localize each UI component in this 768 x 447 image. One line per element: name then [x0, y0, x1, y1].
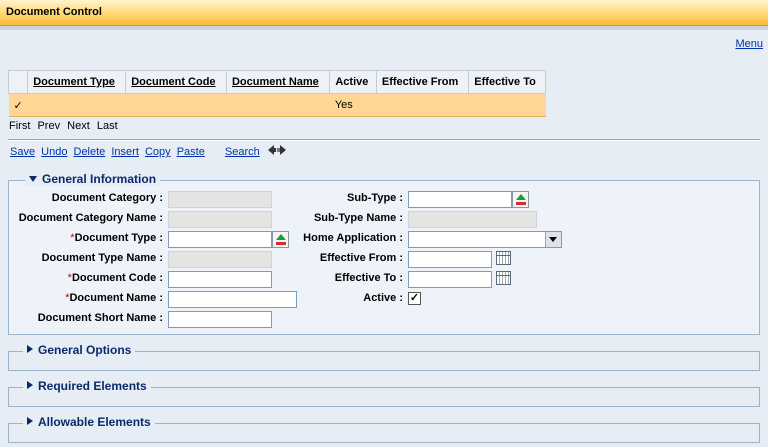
column-header-effective-to: Effective To: [468, 70, 546, 94]
collapse-triangle-icon: [29, 176, 37, 182]
document-category-field: [168, 191, 272, 208]
cell-document-type[interactable]: [27, 93, 126, 117]
column-header-document-name[interactable]: Document Name: [225, 70, 331, 94]
document-name-label: *Document Name :: [65, 292, 163, 304]
document-short-name-label: Document Short Name :: [37, 312, 163, 324]
home-application-select[interactable]: [408, 231, 562, 248]
pager-prev[interactable]: Prev: [37, 120, 60, 132]
document-name-field[interactable]: [168, 291, 297, 308]
effective-to-field[interactable]: [408, 271, 492, 288]
action-toolbar: Save Undo Delete Insert Copy Paste Searc…: [10, 146, 263, 158]
table-row[interactable]: ✓ Yes: [8, 93, 546, 117]
general-information-legend: General Information: [42, 172, 157, 186]
cell-document-name[interactable]: [226, 93, 330, 117]
required-elements-legend: Required Elements: [38, 379, 147, 393]
general-information-panel: General Information Document Category : …: [8, 172, 760, 335]
home-application-label: Home Application :: [303, 232, 403, 244]
paste-link[interactable]: Paste: [177, 146, 205, 158]
allowable-elements-toggle[interactable]: Allowable Elements: [23, 415, 155, 429]
allowable-elements-panel: Allowable Elements: [8, 415, 760, 443]
document-category-name-label: Document Category Name :: [18, 212, 163, 224]
insert-link[interactable]: Insert: [111, 146, 139, 158]
expand-triangle-icon: [27, 345, 33, 353]
general-options-toggle[interactable]: General Options: [23, 343, 136, 357]
pager-last[interactable]: Last: [97, 120, 118, 132]
document-grid: Document Type Document Code Document Nam…: [7, 70, 546, 117]
document-code-label: *Document Code :: [67, 272, 163, 284]
allowable-elements-legend: Allowable Elements: [38, 415, 151, 429]
chevron-down-icon[interactable]: [545, 232, 561, 247]
cell-effective-from[interactable]: [376, 93, 469, 117]
undo-link[interactable]: Undo: [41, 146, 67, 158]
column-header-document-code[interactable]: Document Code: [125, 70, 227, 94]
row-selected-check-icon: ✓: [8, 93, 28, 117]
save-link[interactable]: Save: [10, 146, 35, 158]
column-header-effective-from: Effective From: [375, 70, 470, 94]
document-category-label: Document Category :: [51, 192, 163, 204]
expand-triangle-icon: [27, 417, 33, 425]
expand-triangle-icon: [27, 381, 33, 389]
delete-link[interactable]: Delete: [74, 146, 106, 158]
calendar-icon[interactable]: [496, 271, 511, 285]
grid-header-row: Document Type Document Code Document Nam…: [7, 70, 546, 94]
document-code-field[interactable]: [168, 271, 272, 288]
sub-type-name-label: Sub-Type Name :: [313, 212, 403, 224]
pager-next[interactable]: Next: [67, 120, 90, 132]
active-checkbox[interactable]: ✓: [408, 292, 421, 305]
effective-to-label: Effective To :: [334, 272, 403, 284]
window-title: Document Control: [6, 6, 102, 18]
document-type-label: *Document Type :: [70, 232, 163, 244]
document-type-lookup-icon[interactable]: [272, 231, 289, 248]
calendar-icon[interactable]: [496, 251, 511, 265]
title-bar: Document Control: [0, 0, 768, 26]
general-options-panel: General Options: [8, 343, 760, 371]
cell-active[interactable]: Yes: [329, 93, 377, 117]
search-link[interactable]: Search: [225, 146, 260, 158]
active-label: Active :: [363, 292, 403, 304]
document-short-name-field[interactable]: [168, 311, 272, 328]
column-header-active: Active: [329, 70, 377, 94]
general-information-toggle[interactable]: General Information: [25, 172, 161, 186]
copy-link[interactable]: Copy: [145, 146, 171, 158]
nav-arrows-icon[interactable]: [268, 145, 288, 157]
divider: [8, 139, 760, 141]
pager-first[interactable]: First: [9, 120, 30, 132]
column-header-document-type[interactable]: Document Type: [27, 70, 127, 94]
general-options-legend: General Options: [38, 343, 132, 357]
title-divider: [0, 26, 768, 30]
cell-document-code[interactable]: [125, 93, 227, 117]
document-type-name-label: Document Type Name :: [41, 252, 163, 264]
document-category-name-field: [168, 211, 272, 228]
effective-from-field[interactable]: [408, 251, 492, 268]
required-elements-panel: Required Elements: [8, 379, 760, 407]
sub-type-lookup-icon[interactable]: [512, 191, 529, 208]
document-type-field[interactable]: [168, 231, 272, 248]
sub-type-field[interactable]: [408, 191, 512, 208]
menu-link[interactable]: Menu: [735, 38, 763, 50]
record-nav-icons: [268, 145, 288, 159]
sub-type-label: Sub-Type :: [346, 192, 403, 204]
pager: First Prev Next Last: [9, 120, 122, 132]
grid-select-header: [7, 70, 29, 94]
effective-from-label: Effective From :: [319, 252, 403, 264]
required-elements-toggle[interactable]: Required Elements: [23, 379, 151, 393]
document-type-name-field: [168, 251, 272, 268]
cell-effective-to[interactable]: [468, 93, 546, 117]
sub-type-name-field: [408, 211, 537, 228]
